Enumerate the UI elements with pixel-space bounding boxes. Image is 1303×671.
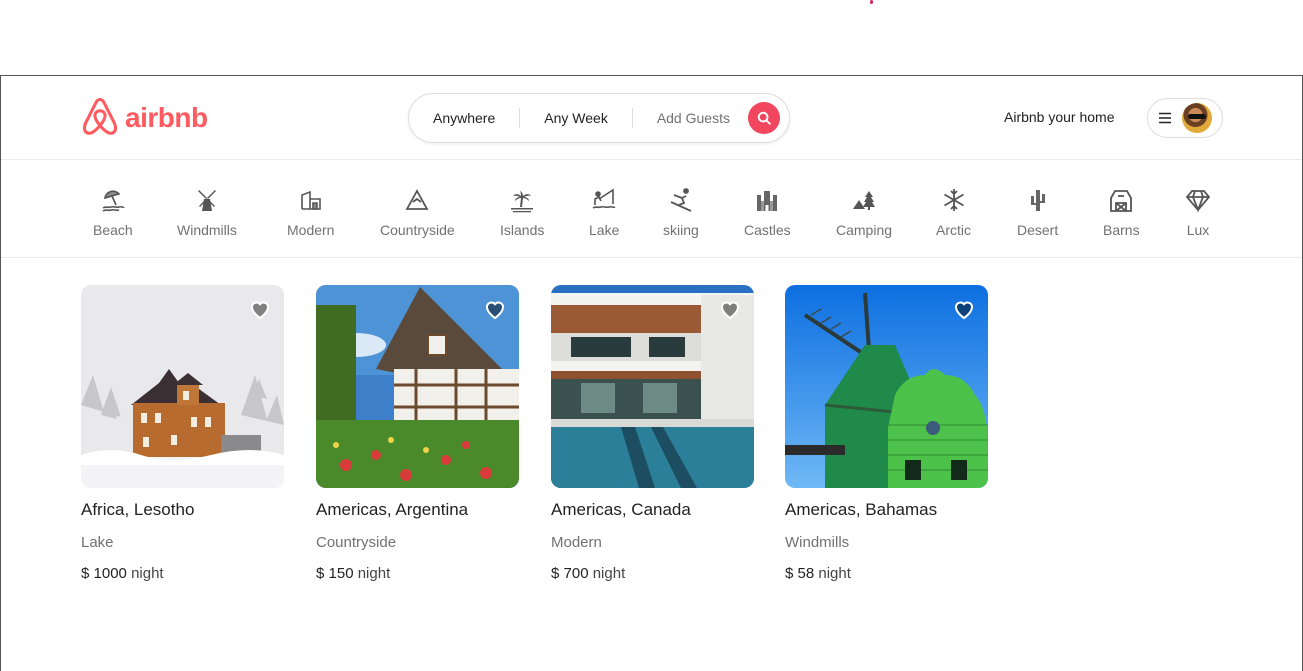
category-bar: Beach Windmills Modern Countryside Islan… [1, 161, 1302, 258]
category-arctic[interactable]: Arctic [936, 187, 971, 238]
search-where[interactable]: Anywhere [409, 107, 519, 129]
heart-icon[interactable] [248, 297, 272, 321]
header: airbnb Anywhere Any Week Add Guests Airb… [1, 76, 1302, 160]
island-palm-icon [511, 191, 534, 213]
listing-card[interactable]: Americas, Argentina Countryside $ 150 ni… [316, 285, 519, 582]
modern-house-icon [300, 190, 321, 210]
listing-image[interactable] [785, 285, 988, 488]
listing-category: Modern [551, 534, 602, 551]
airbnb-logo-icon [82, 98, 118, 135]
category-label: Islands [500, 222, 545, 238]
category-label: Lux [1186, 222, 1210, 238]
listing-title: Africa, Lesotho [81, 500, 195, 519]
category-countryside[interactable]: Countryside [380, 187, 455, 238]
listing-title: Americas, Argentina [316, 500, 469, 519]
category-skiing[interactable]: skiing [663, 187, 699, 238]
tent-icon [853, 191, 876, 210]
category-castles[interactable]: Castles [744, 187, 791, 238]
category-label: Countryside [380, 222, 455, 238]
category-label: Windmills [177, 222, 237, 238]
search-guests[interactable]: Add Guests [633, 107, 742, 129]
heart-icon[interactable] [718, 297, 742, 321]
category-label: Desert [1017, 222, 1059, 238]
category-label: Castles [744, 222, 791, 238]
search-button[interactable] [748, 102, 780, 134]
listing-price: $ 58 [785, 565, 815, 582]
price-unit: night [357, 565, 391, 582]
heart-icon[interactable] [952, 297, 976, 321]
top-indicator-dot [870, 0, 873, 4]
listing-image[interactable] [81, 285, 284, 488]
listing-image[interactable] [551, 285, 754, 488]
avatar [1182, 103, 1212, 133]
listing-price: $ 150 [316, 565, 354, 582]
listing-price: $ 700 [551, 565, 589, 582]
category-lake[interactable]: Lake [589, 187, 619, 238]
category-lux[interactable]: Lux [1185, 187, 1211, 238]
listing-price-line: $ 150 night [316, 565, 519, 582]
cactus-icon [1030, 190, 1045, 211]
diamond-icon [1185, 190, 1211, 213]
hamburger-menu-icon [1159, 112, 1171, 124]
listing-title: Americas, Canada [551, 500, 691, 519]
category-islands[interactable]: Islands [500, 187, 544, 238]
barn-icon [1110, 190, 1133, 212]
listing-price-line: $ 700 night [551, 565, 754, 582]
category-label: Arctic [936, 222, 971, 238]
brand-name: airbnb [125, 102, 208, 133]
listing-price-line: $ 58 night [785, 565, 988, 582]
category-label: Modern [287, 222, 335, 238]
category-beach[interactable]: Beach [93, 187, 133, 238]
category-desert[interactable]: Desert [1017, 187, 1058, 238]
beach-umbrella-icon [102, 190, 125, 212]
skier-icon [670, 188, 692, 212]
price-unit: night [131, 565, 164, 582]
category-modern[interactable]: Modern [287, 187, 334, 238]
category-label: Lake [589, 222, 620, 238]
search-when[interactable]: Any Week [520, 107, 632, 129]
heart-icon[interactable] [483, 297, 507, 321]
category-label: Beach [93, 222, 133, 238]
price-unit: night [592, 565, 626, 582]
profile-menu-button[interactable] [1147, 98, 1223, 138]
price-unit: night [818, 565, 851, 582]
search-icon [757, 111, 771, 125]
listing-category: Countryside [316, 534, 397, 551]
castle-icon [757, 191, 778, 211]
category-windmills[interactable]: Windmills [177, 187, 237, 238]
category-camping[interactable]: Camping [836, 187, 892, 238]
category-barns[interactable]: Barns [1103, 187, 1140, 238]
listing-category: Lake [81, 534, 114, 551]
listing-card[interactable]: Americas, Bahamas Windmills $ 58 night [785, 285, 988, 582]
listing-price-line: $ 1000 night [81, 565, 284, 582]
category-label: Camping [836, 222, 893, 238]
category-label: Barns [1103, 222, 1140, 238]
windmill-icon [197, 190, 216, 211]
category-label: skiing [663, 222, 699, 238]
listing-card[interactable]: Americas, Canada Modern $ 700 night [551, 285, 754, 582]
page-frame: airbnb Anywhere Any Week Add Guests Airb… [0, 75, 1303, 671]
airbnb-logo[interactable]: airbnb [81, 98, 208, 138]
listing-title: Americas, Bahamas [785, 500, 938, 519]
listing-card[interactable]: Africa, Lesotho Lake $ 1000 night [81, 285, 284, 582]
listing-image[interactable] [316, 285, 519, 488]
listing-price: $ 1000 [81, 565, 127, 582]
lake-fishing-icon [592, 188, 616, 209]
snowflake-icon [943, 189, 964, 211]
host-link[interactable]: Airbnb your home [1004, 109, 1115, 125]
search-bar[interactable]: Anywhere Any Week Add Guests [408, 93, 790, 143]
listing-category: Windmills [785, 534, 850, 551]
mountain-icon [405, 189, 429, 210]
